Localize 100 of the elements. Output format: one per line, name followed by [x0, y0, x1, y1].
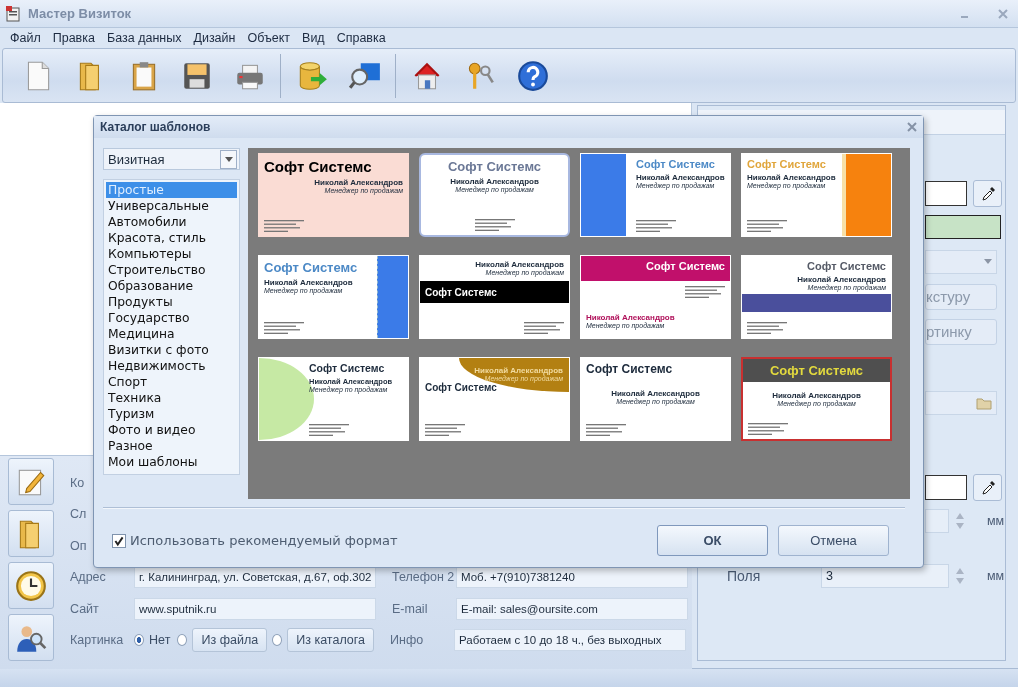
field-label: Сайт — [69, 601, 99, 616]
field-label: Телефон 2 — [391, 570, 456, 585]
text-field[interactable]: E-mail: sales@oursite.com — [456, 597, 688, 620]
category-item[interactable]: Туризм — [106, 406, 237, 422]
company-name: Софт Системс — [447, 159, 542, 174]
field-label: Инфо — [389, 633, 425, 648]
category-item[interactable]: Недвижимость — [106, 358, 237, 374]
fine-print-drawing — [425, 424, 465, 436]
field-label: Сл — [69, 507, 87, 522]
company-name: Софт Системс — [769, 363, 864, 378]
unit-label: мм — [987, 569, 1005, 583]
company-name: Софт Системс — [425, 382, 497, 393]
color-field[interactable] — [925, 475, 967, 500]
category-item[interactable]: Государство — [106, 310, 237, 326]
category-item[interactable]: Универсальные — [106, 198, 237, 214]
category-item[interactable]: Образование — [106, 278, 237, 294]
dialog-button[interactable]: Отмена — [778, 525, 889, 556]
checkbox-label: Использовать рекомендуемый формат — [130, 533, 398, 548]
radio-label: Нет — [149, 633, 171, 648]
field-label: E-mail — [391, 601, 429, 616]
fine-print-drawing — [474, 219, 515, 231]
category-item[interactable]: Компьютеры — [106, 246, 237, 262]
format-dropdown[interactable]: Визитная — [103, 148, 240, 170]
category-item[interactable]: Продукты — [106, 294, 237, 310]
caret-icon — [224, 156, 233, 162]
fine-print-drawing — [748, 423, 788, 435]
person-name: Николай Александров — [314, 178, 403, 187]
menu-item[interactable]: Вид — [296, 31, 331, 45]
category-item[interactable]: Строительство — [106, 262, 237, 278]
window-title: Мастер Визиток — [28, 6, 133, 21]
category-item[interactable]: Визитки с фото — [106, 342, 237, 358]
category-item[interactable]: Красота, стиль — [106, 230, 237, 246]
app-icon — [6, 5, 22, 22]
field-label: Картинка — [69, 633, 124, 648]
company-name: Софт Системс — [747, 158, 827, 170]
field-label: Поля — [727, 568, 762, 584]
side-button[interactable] — [8, 614, 54, 661]
category-item[interactable]: Спорт — [106, 374, 237, 390]
side-button[interactable] — [8, 562, 54, 609]
text-field[interactable]: г. Калининград, ул. Советская, д.67, оф.302 — [134, 566, 376, 589]
menu-item[interactable]: База данных — [100, 31, 188, 45]
caret-icon — [984, 259, 992, 264]
company-name: Софт Системс — [264, 158, 373, 175]
field-label: Адрес — [69, 570, 106, 585]
eyedropper-icon — [979, 185, 996, 202]
eyedropper-icon — [979, 479, 996, 496]
person-name: Николай Александров — [747, 173, 837, 182]
close-icon[interactable] — [907, 122, 917, 132]
text-field[interactable]: Моб. +7(910)7381240 — [456, 566, 688, 589]
side-button[interactable] — [8, 458, 54, 505]
category-item[interactable]: Разное — [106, 438, 237, 454]
unit-label: мм — [987, 513, 1005, 528]
field-label: Оп — [69, 538, 87, 553]
menu-item[interactable]: Файл — [4, 31, 47, 45]
menu-item[interactable]: Правка — [46, 31, 101, 45]
close-icon[interactable] — [998, 8, 1008, 19]
eyedropper-button[interactable] — [973, 474, 1002, 501]
number-field[interactable] — [925, 508, 949, 533]
text-field[interactable]: Работаем с 10 до 18 ч., без выходных — [454, 629, 686, 652]
company-name: Софт Системс — [646, 260, 725, 272]
side-button[interactable] — [8, 510, 54, 557]
field-label: Ко — [69, 475, 85, 490]
dialog-title: Каталог шаблонов — [100, 120, 211, 134]
person-name: Николай Александров — [636, 173, 725, 182]
checkbox[interactable] — [112, 533, 126, 548]
spinner-icon[interactable] — [955, 566, 965, 586]
person-name: Николай Александров — [450, 177, 539, 186]
company-name: Софт Системс — [309, 362, 386, 374]
color-swatch[interactable] — [925, 214, 1001, 239]
radio-button[interactable] — [272, 634, 283, 647]
menu-item[interactable]: Объект — [241, 31, 297, 45]
dialog-button[interactable]: ОК — [657, 525, 768, 556]
menu-item[interactable]: Дизайн — [187, 31, 242, 45]
color-field[interactable] — [925, 181, 967, 206]
fine-print-drawing — [309, 424, 349, 436]
company-name: Софт Системс — [586, 362, 674, 376]
category-item[interactable]: Мои шаблоны — [106, 454, 237, 470]
person-name: Николай Александров — [475, 260, 564, 269]
category-item[interactable]: Медицина — [106, 326, 237, 342]
text-field[interactable]: www.sputnik.ru — [134, 597, 376, 620]
company-name: Софт Системс — [636, 158, 716, 170]
category-item[interactable]: Автомобили — [106, 214, 237, 230]
help-icon — [515, 58, 550, 93]
company-name: Софт Системс — [807, 260, 886, 272]
person-name: Николай Александров — [797, 275, 886, 284]
category-item[interactable]: Фото и видео — [106, 422, 237, 438]
fine-print-drawing — [524, 322, 564, 334]
menu-item[interactable]: Справка — [330, 31, 392, 45]
company-name: Софт Системс — [264, 260, 359, 275]
fine-print-drawing — [685, 286, 725, 298]
person-name: Николай Александров — [611, 389, 700, 398]
option-button[interactable]: Из каталога — [287, 628, 374, 653]
eyedropper-button[interactable] — [973, 180, 1002, 207]
radio-button[interactable] — [177, 634, 188, 647]
dropdown[interactable] — [925, 249, 997, 274]
category-item[interactable]: Техника — [106, 390, 237, 406]
file-field[interactable] — [925, 390, 997, 415]
option-button[interactable]: Из файла — [192, 628, 268, 653]
radio-button[interactable] — [134, 634, 145, 647]
person-name: Николай Александров — [772, 391, 861, 400]
